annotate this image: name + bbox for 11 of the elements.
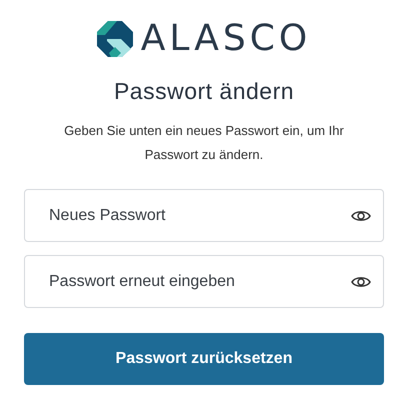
password-field[interactable]: Passwort erneut eingeben <box>24 255 384 308</box>
page-title: Passwort ändern <box>114 78 294 105</box>
description-text: Geben Sie unten ein neues Passwort ein, um Ihr Passwort zu ändern. <box>63 122 345 164</box>
password-input[interactable]: Passwort erneut eingeben <box>47 272 351 292</box>
password-field[interactable]: Neues Passwort <box>24 189 384 242</box>
eye-icon[interactable] <box>351 274 371 288</box>
password-input[interactable]: Neues Passwort <box>47 206 351 226</box>
logo-text: ALASCO <box>140 20 312 58</box>
reset-password-button[interactable]: Passwort zurücksetzen <box>24 333 384 385</box>
logo-icon <box>96 21 133 57</box>
eye-icon[interactable] <box>351 208 371 222</box>
